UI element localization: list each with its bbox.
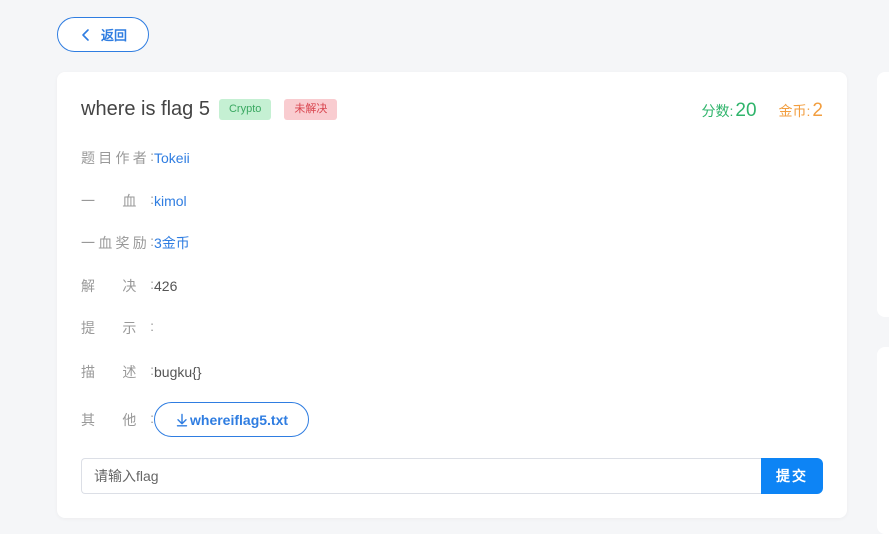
score-label: 分数:: [701, 103, 734, 119]
other-row: 其他: whereiflag5.txt: [81, 402, 310, 437]
author-value[interactable]: Tokeii: [154, 150, 190, 166]
author-row: 题目作者: Tokeii: [81, 148, 190, 168]
solved-row: 解决: 426: [81, 276, 177, 296]
score-area: 分数: 20 金币: 2: [702, 100, 824, 122]
file-name: whereiflag5.txt: [190, 411, 289, 428]
description-value: bugku{}: [154, 364, 202, 380]
download-icon: [176, 413, 188, 426]
challenge-title: where is flag 5: [81, 98, 210, 120]
solved-label: 解决:: [81, 276, 154, 294]
description-label: 描述:: [81, 362, 154, 380]
first-blood-reward-value: 3金币: [154, 235, 190, 251]
challenge-card: where is flag 5 Crypto 未解决 分数: 20 金币: 2 …: [57, 72, 847, 518]
challenge-header: where is flag 5 Crypto 未解决: [81, 98, 338, 121]
first-blood-reward-label: 一血奖励:: [81, 233, 154, 251]
back-label: 返回: [100, 28, 127, 43]
hint-row: 提示:: [81, 318, 154, 338]
coin-label: 金币:: [778, 103, 811, 119]
back-button[interactable]: 返回: [57, 17, 149, 52]
first-blood-row: 一血: kimol: [81, 191, 187, 211]
download-file-button[interactable]: whereiflag5.txt: [154, 402, 310, 437]
side-panel-bottom: [877, 347, 889, 534]
author-label: 题目作者:: [81, 148, 154, 166]
chevron-left-icon: [82, 28, 89, 41]
submit-button[interactable]: 提交: [761, 458, 823, 494]
status-badge: 未解决: [284, 99, 338, 120]
flag-input[interactable]: [81, 458, 761, 494]
hint-label: 提示:: [81, 318, 154, 336]
other-label: 其他:: [81, 409, 154, 428]
side-panel-top: [877, 72, 889, 317]
first-blood-label: 一血:: [81, 191, 154, 209]
description-row: 描述: bugku{}: [81, 362, 202, 382]
coin-value: 2: [812, 100, 823, 121]
first-blood-value[interactable]: kimol: [154, 193, 187, 209]
flag-form: 提交: [81, 458, 823, 494]
score-value: 20: [735, 100, 757, 121]
solved-value: 426: [154, 278, 178, 294]
category-badge: Crypto: [218, 99, 272, 120]
first-blood-reward-row: 一血奖励: 3金币: [81, 233, 190, 253]
